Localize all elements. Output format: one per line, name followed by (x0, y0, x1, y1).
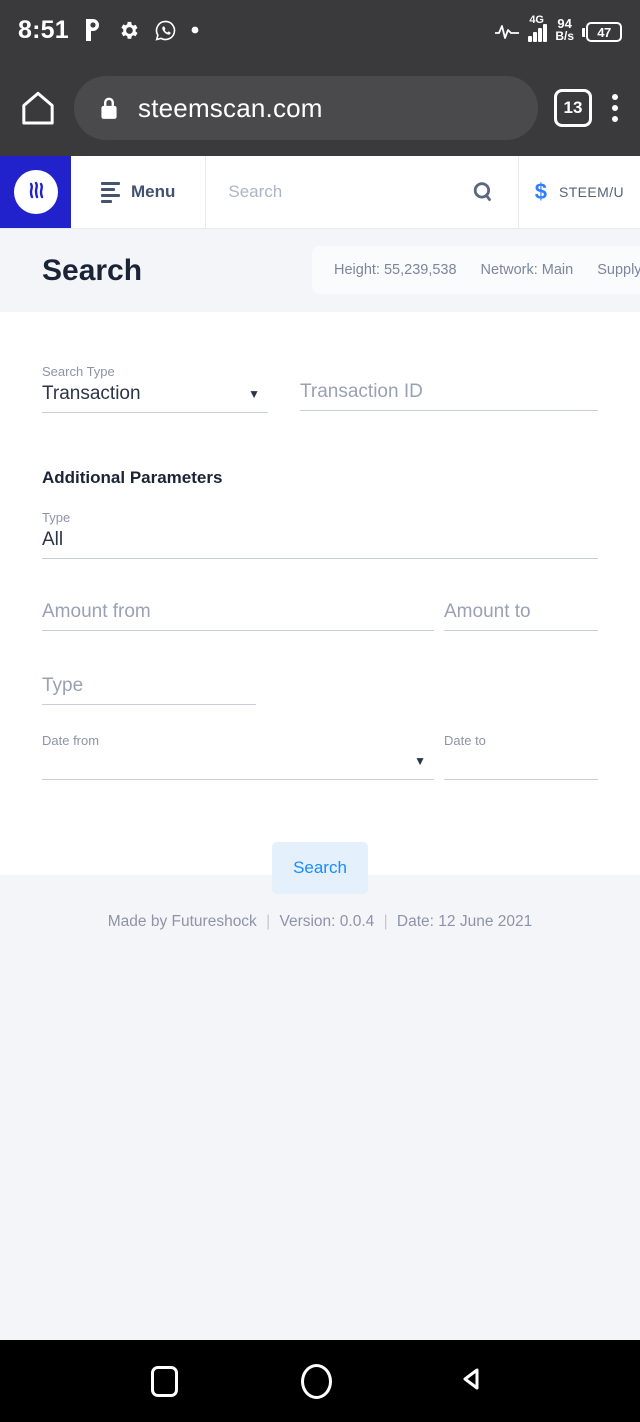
status-left-group: 8:51 (18, 16, 199, 45)
footer-made-by: Made by Futureshock (107, 913, 257, 930)
pulse-icon (494, 22, 520, 42)
status-chip-network: Network: Main (480, 262, 574, 278)
amount-range-row: Amount from Amount to (42, 601, 598, 631)
page-title-band: Search Height: 55,239,538 Network: Main … (0, 229, 640, 312)
amount-from-input[interactable]: Amount from (42, 601, 434, 631)
p-app-icon (83, 18, 103, 42)
status-time: 8:51 (18, 15, 69, 44)
site-header: Menu Search $ STEEM/U (0, 156, 640, 229)
field-underline (444, 630, 598, 631)
header-search-field[interactable]: Search (206, 156, 517, 228)
status-right-group: 4G 94 B/s 47 (494, 14, 622, 43)
type-text-input[interactable]: Type (42, 675, 256, 705)
type-select[interactable]: Type All (42, 510, 598, 559)
lock-icon (98, 95, 120, 121)
field-underline (300, 410, 598, 411)
field-underline (42, 558, 598, 559)
footer-separator: | (266, 913, 271, 930)
search-button[interactable]: Search (272, 842, 368, 894)
menu-button[interactable]: Menu (71, 156, 207, 228)
field-underline (42, 779, 434, 780)
field-underline (42, 704, 256, 705)
date-to-label: Date to (444, 733, 486, 748)
chevron-down-icon[interactable]: ▼ (248, 387, 260, 401)
site-footer: Made by Futureshock | Version: 0.0.4 | D… (0, 875, 640, 1342)
battery-icon: 47 (582, 22, 622, 42)
field-underline (444, 779, 598, 780)
circle-home-icon[interactable] (300, 1363, 332, 1399)
network-speed: 94 B/s (555, 17, 574, 43)
battery-level: 47 (586, 22, 622, 42)
menu-label: Menu (131, 182, 176, 201)
search-type-label: Search Type (42, 364, 115, 379)
search-icon[interactable] (470, 179, 496, 205)
url-bar[interactable]: steemscan.com (74, 76, 538, 140)
steem-logo-icon[interactable] (0, 156, 71, 228)
page-title: Search (42, 253, 143, 287)
home-icon[interactable] (18, 88, 58, 128)
kebab-menu-icon[interactable] (608, 90, 622, 126)
footer-separator: | (383, 913, 388, 930)
status-chip-height: Height: 55,239,538 (334, 262, 457, 278)
additional-parameters-heading: Additional Parameters (42, 468, 223, 487)
steem-price-widget[interactable]: $ STEEM/U (517, 156, 640, 228)
dot-icon (191, 26, 199, 34)
amount-to-placeholder: Amount to (444, 601, 531, 622)
android-nav-bar (0, 1340, 640, 1422)
tab-count-button[interactable]: 13 (554, 89, 592, 127)
search-form: Search Type Transaction ▼ Transaction ID… (0, 312, 640, 894)
footer-version: Version: 0.0.4 (279, 913, 375, 930)
amount-from-placeholder: Amount from (42, 601, 151, 622)
amount-to-input[interactable]: Amount to (444, 601, 598, 631)
chevron-down-icon[interactable]: ▼ (414, 754, 426, 768)
browser-toolbar: steemscan.com 13 (0, 60, 640, 156)
date-from-input[interactable]: Date from ▼ (42, 733, 434, 780)
price-pair-label: STEEM/U (558, 184, 624, 200)
android-status-bar: 8:51 4G 94 B/s 47 (0, 0, 640, 60)
transaction-id-placeholder: Transaction ID (300, 381, 423, 402)
footer-credits: Made by Futureshock | Version: 0.0.4 | D… (0, 913, 640, 931)
field-underline (42, 630, 434, 631)
chain-status-chips: Height: 55,239,538 Network: Main Supply:… (312, 246, 640, 294)
header-search-placeholder: Search (228, 182, 283, 201)
search-type-select[interactable]: Search Type Transaction ▼ (42, 364, 268, 413)
dollar-icon: $ (534, 179, 547, 204)
signal-4g-icon: 4G (528, 14, 548, 42)
search-type-row: Search Type Transaction ▼ Transaction ID (42, 364, 598, 413)
url-text: steemscan.com (138, 92, 323, 123)
square-recents-icon[interactable] (151, 1365, 179, 1397)
date-to-input[interactable]: Date to (444, 733, 598, 780)
net-speed-unit: B/s (555, 28, 574, 43)
network-type-label: 4G (529, 14, 544, 26)
hamburger-icon (101, 181, 120, 203)
status-chip-supply: Supply: 386,064,4 (597, 262, 640, 278)
type-placeholder: Type (42, 675, 84, 696)
gear-icon (117, 19, 140, 42)
footer-date: Date: 12 June 2021 (396, 913, 533, 930)
type-value: All (42, 529, 64, 550)
date-from-label: Date from (42, 733, 100, 748)
date-range-row: Date from ▼ Date to (42, 733, 598, 780)
transaction-id-input[interactable]: Transaction ID (300, 364, 598, 413)
triangle-back-icon[interactable] (455, 1362, 489, 1401)
type-label: Type (42, 510, 71, 525)
search-type-value: Transaction (42, 383, 141, 404)
field-underline (42, 412, 268, 413)
whatsapp-icon (154, 19, 177, 42)
